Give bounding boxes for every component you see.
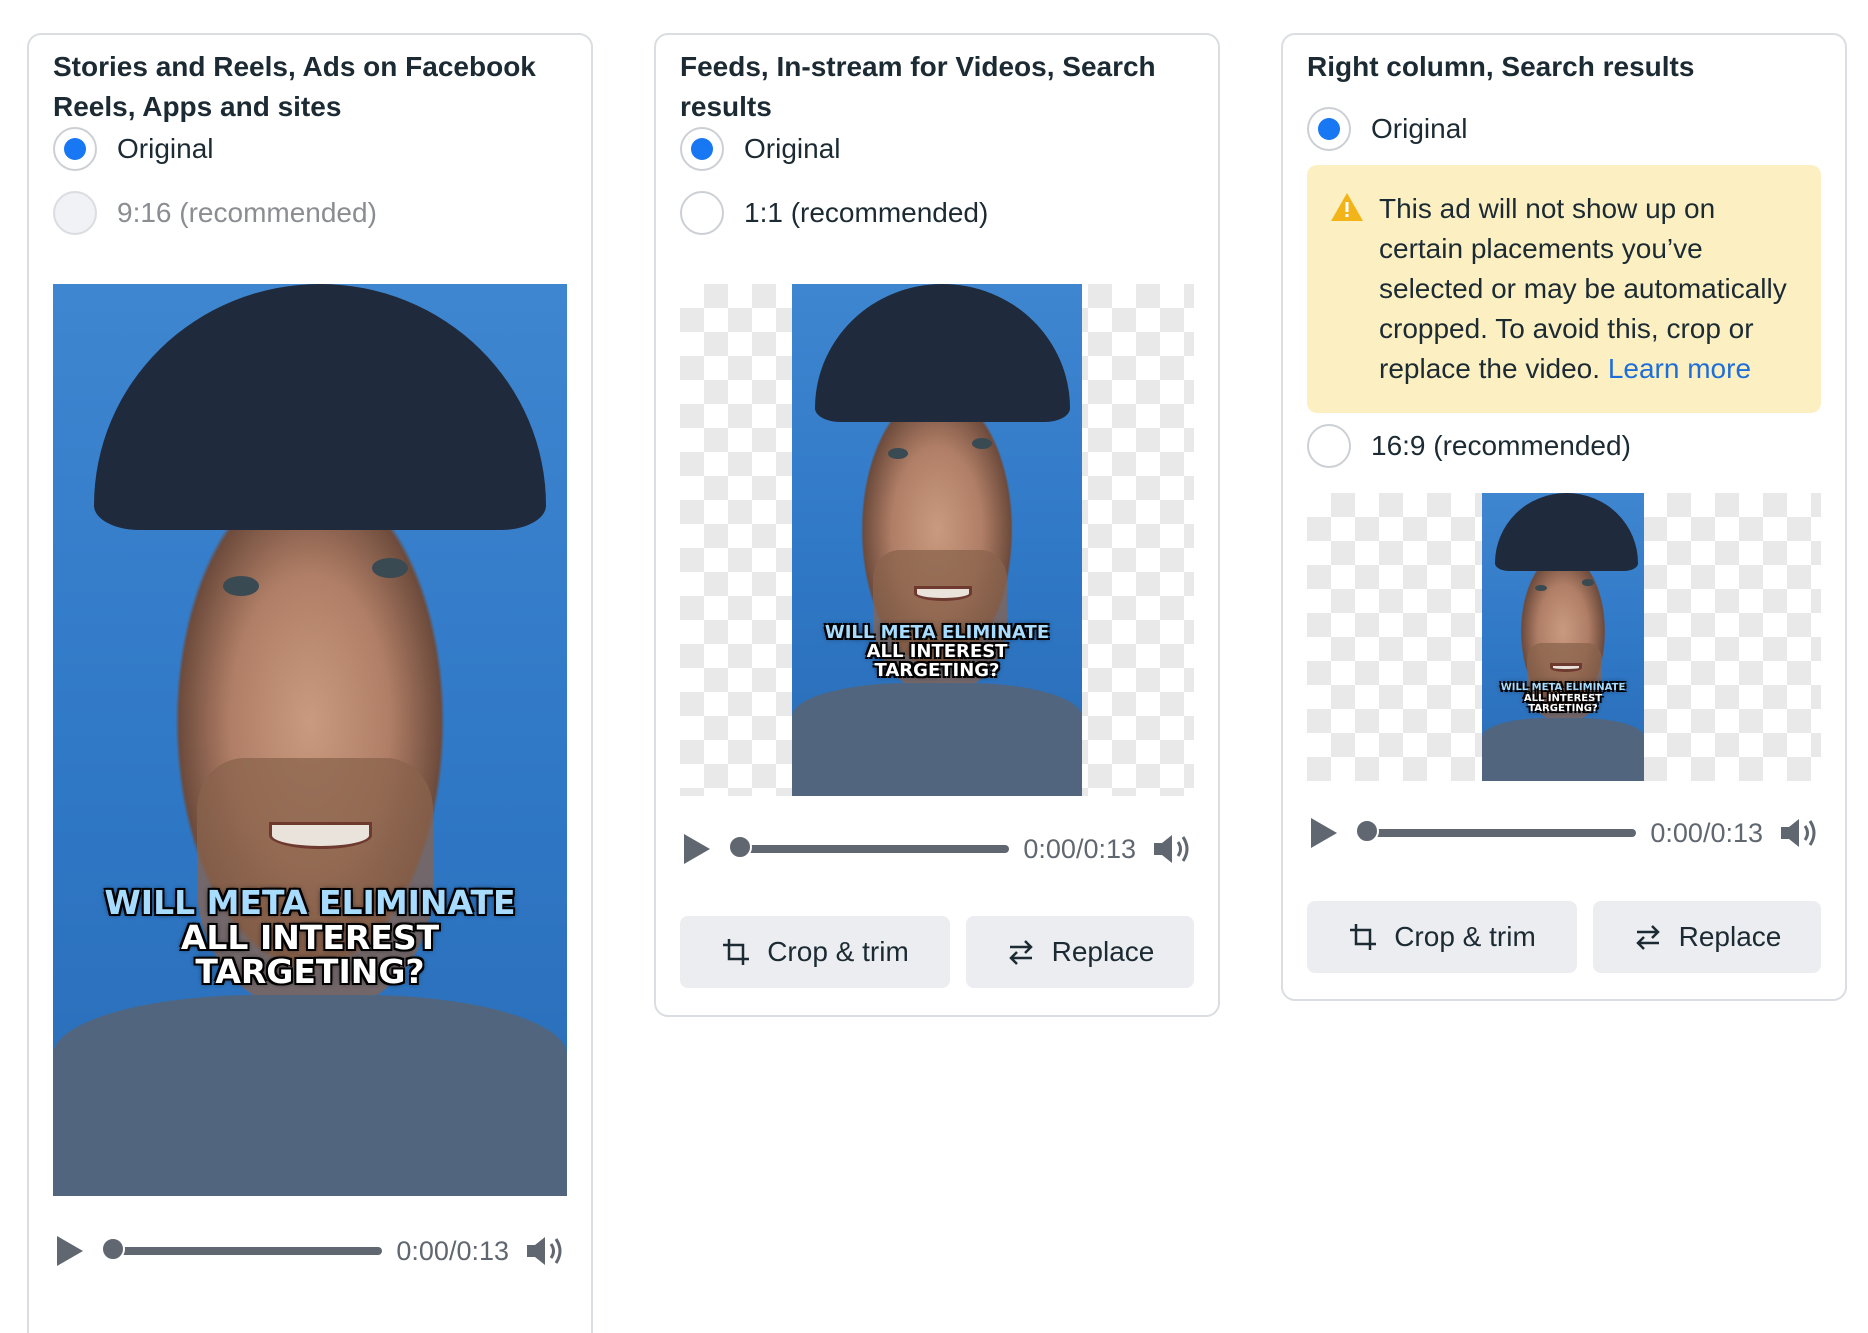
option-1-1[interactable]: 1:1 (recommended): [680, 189, 988, 237]
video-caption: WILL META ELIMINATE ALL INTEREST TARGETI…: [1500, 682, 1626, 714]
progress-slider[interactable]: [1355, 819, 1637, 843]
swap-arrows-icon: [1008, 940, 1033, 965]
option-original[interactable]: Original: [680, 125, 840, 173]
option-label: Original: [744, 133, 841, 164]
video-player-controls: 0:00/0:13: [53, 1231, 567, 1271]
play-icon[interactable]: [57, 1236, 83, 1266]
progress-slider[interactable]: [728, 835, 1010, 859]
option-16-9[interactable]: 16:9 (recommended): [1307, 422, 1631, 470]
replace-label: Replace: [1051, 936, 1155, 967]
placement-title: Stories and Reels, Ads on Facebook Reels…: [53, 51, 536, 122]
volume-icon[interactable]: [1150, 829, 1194, 869]
volume-icon[interactable]: [1777, 813, 1821, 853]
option-label: 9:16 (recommended): [117, 197, 377, 228]
time-readout: 0:00/0:13: [1023, 833, 1136, 864]
radio-button-selected[interactable]: [53, 127, 97, 171]
time-readout: 0:00/0:13: [396, 1235, 509, 1266]
option-label: Original: [117, 133, 214, 164]
replace-label: Replace: [1678, 921, 1782, 952]
option-label: 16:9 (recommended): [1371, 430, 1631, 461]
radio-button-selected[interactable]: [1307, 107, 1351, 151]
crop-icon: [1350, 924, 1377, 950]
video-preview[interactable]: WILL META ELIMINATE ALL INTEREST TARGETI…: [1482, 493, 1644, 781]
play-icon[interactable]: [1311, 818, 1337, 848]
option-9-16: 9:16 (recommended): [53, 189, 377, 237]
progress-slider[interactable]: [101, 1237, 383, 1261]
option-label: Original: [1371, 113, 1468, 144]
placement-title: Feeds, In-stream for Videos, Search resu…: [680, 51, 1156, 122]
crop-icon: [723, 939, 750, 965]
video-player-controls: 0:00/0:13: [680, 829, 1194, 869]
radio-button[interactable]: [680, 191, 724, 235]
crop-trim-label: Crop & trim: [767, 936, 909, 967]
radio-button-selected[interactable]: [680, 127, 724, 171]
slider-thumb[interactable]: [1355, 819, 1379, 843]
replace-button[interactable]: Replace: [966, 916, 1194, 988]
slider-thumb[interactable]: [101, 1237, 125, 1261]
crop-trim-label: Crop & trim: [1394, 921, 1536, 952]
option-label: 1:1 (recommended): [744, 197, 989, 228]
radio-button-disabled: [53, 191, 97, 235]
video-preview[interactable]: WILL META ELIMINATE ALL INTEREST TARGETI…: [792, 284, 1082, 796]
replace-button[interactable]: Replace: [1593, 901, 1821, 973]
option-original[interactable]: Original: [1307, 105, 1467, 153]
warning-banner: This ad will not show up on certain plac…: [1307, 165, 1821, 413]
placement-title: Right column, Search results: [1307, 51, 1695, 82]
play-icon[interactable]: [684, 834, 710, 864]
option-original[interactable]: Original: [53, 125, 213, 173]
video-player-controls: 0:00/0:13: [1307, 813, 1821, 853]
warning-triangle-icon: [1331, 193, 1363, 221]
crop-trim-button[interactable]: Crop & trim: [1307, 901, 1577, 973]
slider-thumb[interactable]: [728, 835, 752, 859]
time-readout: 0:00/0:13: [1650, 817, 1763, 848]
placement-card-stories-reels: Stories and Reels, Ads on Facebook Reels…: [27, 33, 593, 1333]
radio-button[interactable]: [1307, 424, 1351, 468]
learn-more-link[interactable]: Learn more: [1608, 353, 1751, 384]
video-preview[interactable]: WILL META ELIMINATE ALL INTEREST TARGETI…: [53, 284, 567, 1196]
swap-arrows-icon: [1635, 925, 1660, 950]
crop-trim-button[interactable]: Crop & trim: [680, 916, 950, 988]
placement-card-feeds: Feeds, In-stream for Videos, Search resu…: [654, 33, 1220, 1017]
video-caption: WILL META ELIMINATE ALL INTEREST TARGETI…: [104, 883, 516, 992]
placement-card-right-column: Right column, Search results Original Th…: [1281, 33, 1847, 1001]
volume-icon[interactable]: [523, 1231, 567, 1271]
video-caption: WILL META ELIMINATE ALL INTEREST TARGETI…: [824, 622, 1050, 681]
